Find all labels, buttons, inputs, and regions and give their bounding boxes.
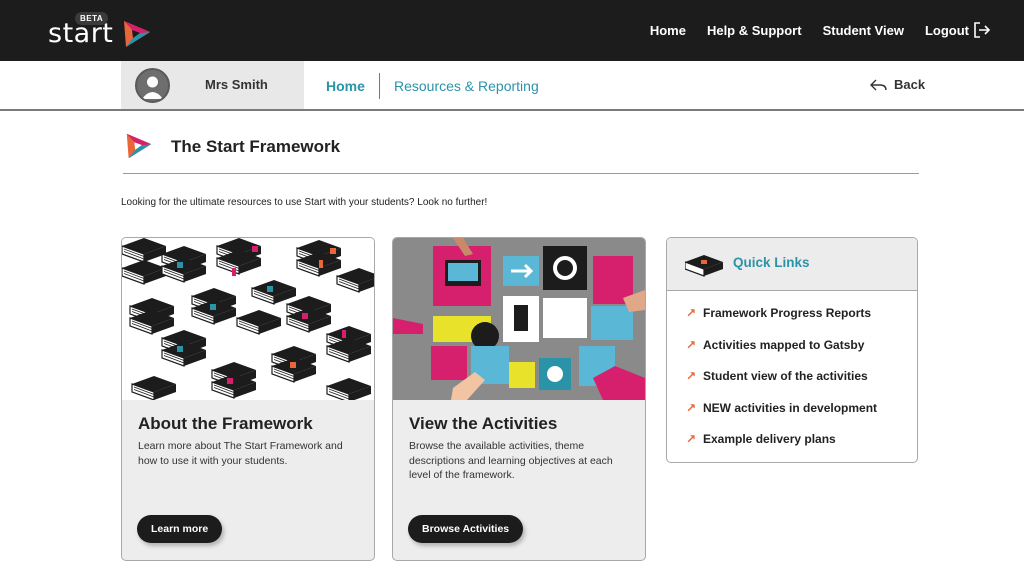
- arrow-up-right-icon: ↗: [686, 432, 697, 446]
- learn-more-button[interactable]: Learn more: [137, 515, 223, 543]
- avatar: [135, 68, 170, 103]
- card-description: Learn more about The Start Framework and…: [138, 440, 343, 467]
- tab-resources-reporting[interactable]: Resources & Reporting: [394, 78, 539, 94]
- back-arrow-icon: [870, 79, 887, 90]
- back-label: Back: [894, 77, 926, 92]
- nav-logout-link[interactable]: Logout: [925, 21, 991, 39]
- arrow-up-right-icon: ↗: [686, 369, 697, 383]
- quick-link-label: NEW activities in development: [703, 400, 878, 415]
- tab-home[interactable]: Home: [326, 78, 365, 94]
- quick-links-panel: Quick Links ↗ Framework Progress Reports …: [666, 237, 918, 463]
- quick-link-label: Framework Progress Reports: [703, 306, 872, 320]
- browse-activities-button[interactable]: Browse Activities: [408, 515, 524, 543]
- nav-student-view-link[interactable]: Student View: [823, 23, 904, 38]
- logout-label: Logout: [924, 22, 969, 38]
- about-framework-card: About the Framework Learn more about The…: [121, 237, 375, 561]
- section-header: The Start Framework: [123, 130, 919, 174]
- card-title: View the Activities: [409, 414, 558, 433]
- quick-link-item[interactable]: ↗ Example delivery plans: [686, 432, 877, 462]
- nav-home-link[interactable]: Home: [650, 23, 686, 38]
- user-name: Mrs Smith: [205, 77, 268, 92]
- activities-tiles-image: [393, 238, 645, 400]
- quick-link-label: Student view of the activities: [703, 369, 868, 383]
- quick-links-title: Quick Links: [733, 255, 810, 270]
- quick-link-item[interactable]: ↗ Activities mapped to Gatsby: [686, 338, 877, 370]
- start-logo-icon: [124, 21, 150, 47]
- start-mark-icon: [126, 133, 152, 159]
- quick-link-label: Example delivery plans: [703, 432, 836, 446]
- quick-links-list: ↗ Framework Progress Reports ↗ Activities …: [686, 306, 877, 462]
- books-pattern-image: [122, 238, 374, 400]
- quick-link-item[interactable]: ↗ Student view of the activities: [686, 369, 877, 401]
- top-navbar: start BETA Home Help & Support Student V…: [0, 0, 1024, 61]
- beta-badge: BETA: [75, 12, 109, 25]
- card-title: About the Framework: [138, 414, 313, 433]
- user-panel: Mrs Smith: [121, 61, 304, 109]
- arrow-up-right-icon: ↗: [686, 306, 697, 320]
- top-nav-links: Home Help & Support Student View Logout: [650, 21, 991, 39]
- page-title: The Start Framework: [171, 137, 341, 156]
- sub-navbar: Mrs Smith Home Resources & Reporting Bac…: [0, 61, 1024, 111]
- quick-link-label: Activities mapped to Gatsby: [703, 337, 865, 352]
- quick-link-item[interactable]: ↗ NEW activities in development: [686, 401, 877, 433]
- arrow-up-right-icon: ↗: [686, 337, 697, 352]
- user-icon: [142, 76, 163, 99]
- quick-links-header: Quick Links: [667, 238, 917, 291]
- arrow-up-right-icon: ↗: [686, 400, 697, 415]
- tab-divider: [379, 73, 380, 99]
- book-icon: [685, 255, 723, 277]
- intro-text: Looking for the ultimate resources to us…: [121, 197, 488, 208]
- view-activities-card: View the Activities Browse the available…: [392, 237, 646, 561]
- back-button[interactable]: Back: [870, 77, 925, 92]
- quick-link-item[interactable]: ↗ Framework Progress Reports: [686, 306, 877, 338]
- logout-icon: [974, 22, 991, 38]
- start-logo[interactable]: start BETA: [48, 12, 158, 52]
- card-description: Browse the available activities, theme d…: [409, 440, 613, 481]
- nav-help-link[interactable]: Help & Support: [707, 23, 802, 38]
